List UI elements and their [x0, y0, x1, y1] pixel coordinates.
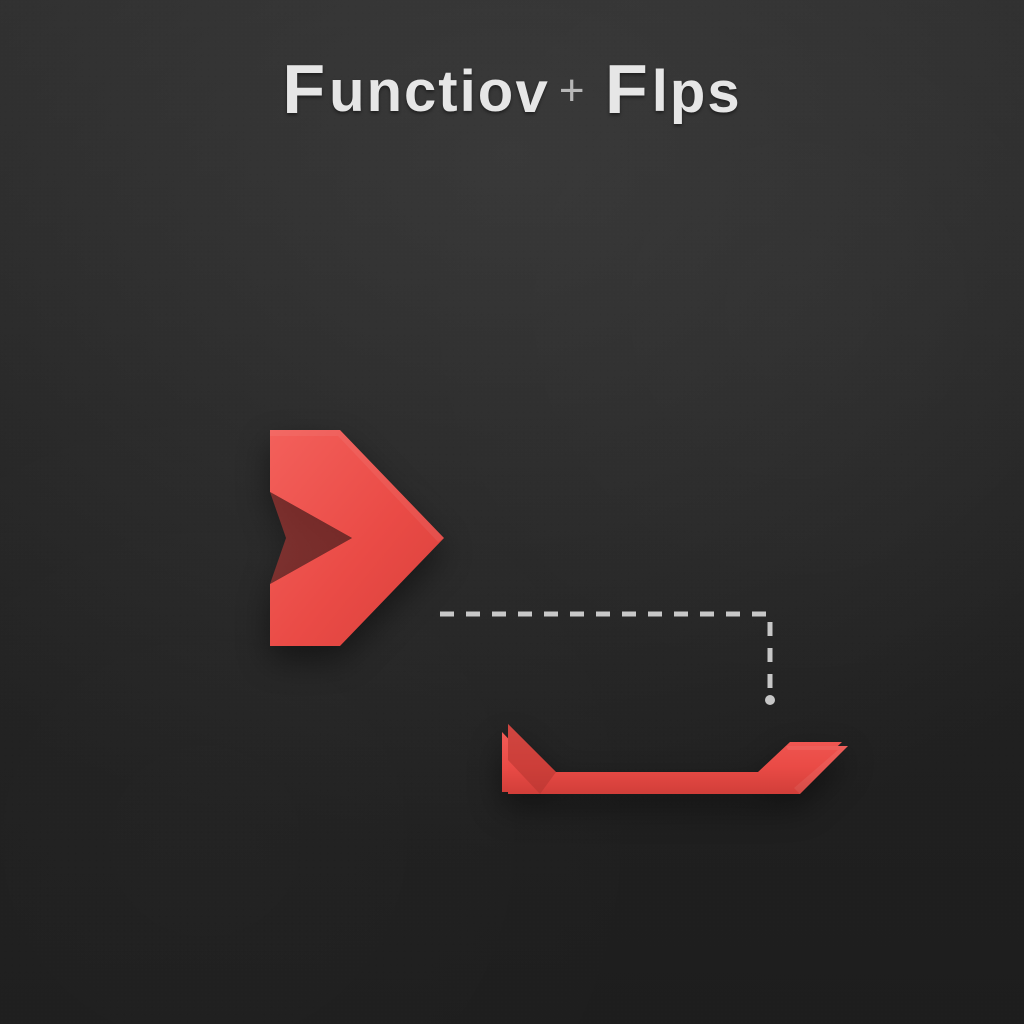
shape-layer	[0, 0, 1024, 1024]
title-word-1: Functiov	[282, 52, 544, 122]
shapes-svg	[0, 0, 1024, 1024]
title-word-2: Flps	[605, 52, 742, 122]
plus-separator-icon: +	[559, 66, 585, 116]
texture-overlay	[0, 0, 1024, 1024]
title-word-2-body: l	[652, 59, 670, 124]
title-word-1-body: unctio	[329, 59, 515, 124]
connector-node	[765, 695, 775, 705]
title-word-1-tail: v	[514, 64, 546, 122]
connector-line	[440, 614, 770, 700]
poster-title: Functiov + Flps	[0, 52, 1024, 122]
title-word-2-tail: ps	[670, 64, 742, 122]
poster-stage: Functiov + Flps	[0, 0, 1024, 1024]
chevron-right-icon	[270, 430, 444, 646]
corner-arrow-icon	[502, 724, 848, 794]
